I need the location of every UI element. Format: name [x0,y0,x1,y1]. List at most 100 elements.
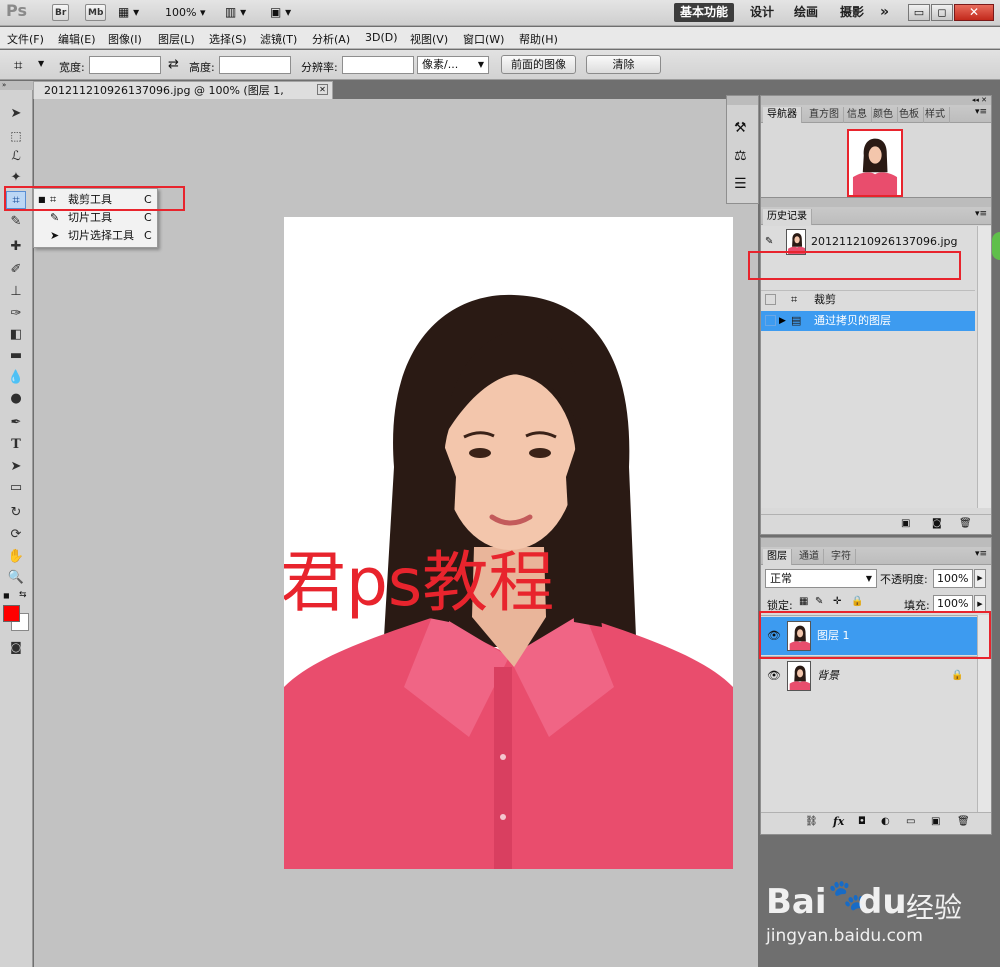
menu-edit[interactable]: 编辑(E) [58,31,96,47]
path-selection-icon[interactable]: ➤ [6,458,26,476]
history-step-crop[interactable]: ⌗ 裁剪 [761,290,975,310]
workspace-design[interactable]: 设计 [744,3,780,22]
tab-color[interactable]: 颜色 [869,107,898,123]
zoom-tool-icon[interactable]: 🔍 [6,569,26,587]
mini-bridge-button[interactable]: Mb [85,4,107,21]
menu-analysis[interactable]: 分析(A) [312,31,350,47]
restore-icon[interactable]: ◻ [931,4,953,21]
eyedropper-tool-icon[interactable]: ✎ [6,213,26,231]
view-extras-icon[interactable]: ▦ ▾ [118,4,139,21]
front-image-button[interactable]: 前面的图像 [501,55,576,74]
history-checkbox[interactable] [765,315,776,326]
3d-orbit-icon[interactable]: ⟳ [6,526,26,544]
tab-channels[interactable]: 通道 [795,549,824,565]
tab-history[interactable]: 历史记录 [763,209,812,225]
toolbox-collapse-icon[interactable]: » [0,81,33,90]
opacity-input[interactable]: 100% [933,569,973,588]
tab-navigator[interactable]: 导航器 [763,107,802,123]
panel-menu-icon[interactable]: ▾≡ [975,549,987,559]
menu-3d[interactable]: 3D(D) [365,31,398,44]
lasso-tool-icon[interactable]: ℒ [6,148,26,166]
history-checkbox[interactable] [765,294,776,305]
tab-styles[interactable]: 样式 [921,107,950,123]
new-document-from-state-icon[interactable]: ▣ [901,518,910,529]
workspace-essentials[interactable]: 基本功能 [674,3,735,22]
expand-panel-icon[interactable] [992,232,1000,260]
tab-character[interactable]: 字符 [827,549,856,565]
panel-menu-icon[interactable]: ▾≡ [975,107,987,117]
zoom-level-select[interactable]: 100% ▾ [165,4,205,21]
default-colors-icon[interactable]: ◼ [3,591,10,600]
document-canvas[interactable]: 图影君ps教程 [284,217,733,869]
tab-swatches[interactable]: 色板 [895,107,924,123]
menu-window[interactable]: 窗口(W) [463,31,504,47]
bridge-button[interactable]: Br [52,4,70,21]
blend-mode-select[interactable]: 正常 ▼ [765,569,877,588]
height-input[interactable] [219,56,291,74]
trash-icon[interactable]: 🗑 [959,518,972,529]
arrange-documents-icon[interactable]: ▥ ▾ [225,4,246,21]
snapshot-camera-icon[interactable]: ◙ [932,518,942,529]
type-tool-icon[interactable]: T [6,436,26,454]
foreground-color-swatch[interactable] [3,605,20,622]
quick-select-tool-icon[interactable]: ✦ [6,169,26,187]
layer-row-background[interactable]: 👁 背景 🔒 [761,657,977,695]
swap-icon[interactable]: ⇄ [168,57,179,72]
gradient-tool-icon[interactable]: ▬ [6,347,26,365]
close-icon[interactable]: ✕ [954,4,994,21]
hand-tool-icon[interactable]: ✋ [6,548,26,566]
menu-image[interactable]: 图像(I) [108,31,142,47]
quick-mask-icon[interactable]: ◙ [6,638,26,656]
move-tool-icon[interactable]: ➤ [6,105,26,123]
layer-style-icon[interactable]: fx [833,815,844,828]
width-input[interactable] [89,56,161,74]
resolution-unit-select[interactable]: 像素/... ▼ [417,56,489,74]
tab-histogram[interactable]: 直方图 [805,107,844,123]
layer-mask-icon[interactable]: ◘ [858,816,866,827]
tab-info[interactable]: 信息 [843,107,872,123]
shape-tool-icon[interactable]: ▭ [6,479,26,497]
menu-select[interactable]: 选择(S) [209,31,247,47]
navigator-thumbnail[interactable] [847,129,903,197]
clear-button[interactable]: 清除 [586,55,661,74]
history-brush-icon[interactable]: ✑ [6,305,26,323]
blur-tool-icon[interactable]: 💧 [6,369,26,387]
healing-brush-icon[interactable]: ✚ [6,238,26,256]
screen-mode-icon[interactable]: ▣ ▾ [270,4,291,21]
menu-help[interactable]: 帮助(H) [519,31,558,47]
resolution-input[interactable] [342,56,414,74]
crop-preset-icon[interactable]: ⌗ [14,56,22,74]
close-document-icon[interactable]: ✕ [317,84,328,95]
lock-all-icon[interactable]: 🔒 [851,596,863,607]
flyout-item-slice-select[interactable]: ➤ 切片选择工具 C [34,227,157,245]
lock-pixels-icon[interactable]: ✎ [815,596,823,607]
preset-dropdown-icon[interactable]: ▼ [38,59,44,68]
pen-tool-icon[interactable]: ✒ [6,414,26,432]
menu-file[interactable]: 文件(F) [7,31,44,47]
lock-position-icon[interactable]: ✛ [833,596,841,607]
history-scrollbar[interactable] [977,226,991,508]
eraser-tool-icon[interactable]: ◧ [6,326,26,344]
adjustment-layer-icon[interactable]: ◐ [881,816,890,827]
minimize-icon[interactable]: ▭ [908,4,930,21]
workspace-photography[interactable]: 摄影 [834,3,870,22]
tab-layers[interactable]: 图层 [763,549,792,565]
new-group-icon[interactable]: ▭ [906,816,915,827]
history-step-copy-layer[interactable]: ▶ ▤ 通过拷贝的图层 [761,311,975,331]
3d-rotate-icon[interactable]: ↻ [6,504,26,522]
trash-icon[interactable]: 🗑 [957,816,970,827]
tool-presets-icon[interactable]: ☰ [734,176,747,192]
panel-collapse-icon[interactable]: ◂◂ ✕ [761,96,991,105]
menu-filter[interactable]: 滤镜(T) [260,31,297,47]
workspace-painting[interactable]: 绘画 [788,3,824,22]
link-layers-icon[interactable]: ⛓ [805,816,818,827]
opacity-slider-toggle[interactable]: ▶ [974,569,986,588]
panel-menu-icon[interactable]: ▾≡ [975,209,987,219]
document-tab[interactable]: 20121121092613709​6.jpg @ 100% (图层 1, RG… [33,81,333,114]
new-layer-icon[interactable]: ▣ [931,816,940,827]
flyout-item-slice[interactable]: ✎ 切片工具 C [34,209,157,227]
brush-tool-icon[interactable]: ✐ [6,261,26,279]
more-workspaces-icon[interactable]: » [874,3,895,22]
visibility-eye-icon[interactable]: 👁 [767,657,781,695]
marquee-tool-icon[interactable]: ⬚ [6,127,26,145]
